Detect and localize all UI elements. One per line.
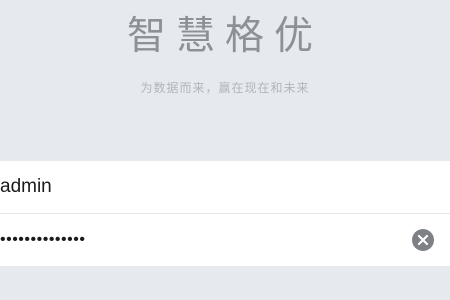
password-input[interactable] [0, 214, 390, 266]
username-field-row [0, 161, 450, 213]
username-input[interactable] [0, 161, 390, 213]
clear-x-glyph [417, 234, 429, 246]
login-form [0, 161, 450, 266]
clear-icon[interactable] [412, 229, 434, 251]
slogan-text: 为数据而来，赢在现在和未来 [140, 81, 310, 95]
app-title: 智慧格优 [126, 14, 323, 59]
login-screen: 智慧格优 为数据而来，赢在现在和未来 [0, 0, 450, 300]
password-field-row [0, 213, 450, 266]
